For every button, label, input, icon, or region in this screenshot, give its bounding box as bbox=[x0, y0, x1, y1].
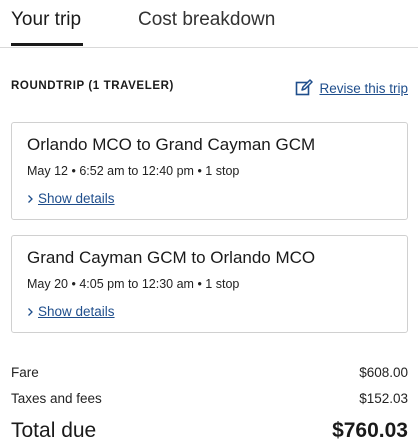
roundtrip-heading: ROUNDTRIP (1 TRAVELER) bbox=[11, 80, 174, 92]
total-value: $760.03 bbox=[332, 419, 408, 442]
show-details-link[interactable]: Show details bbox=[27, 191, 115, 206]
flight-route-title: Orlando MCO to Grand Cayman GCM bbox=[27, 135, 316, 154]
taxes-value: $152.03 bbox=[359, 391, 408, 406]
tab-bar: Your trip Cost breakdown bbox=[0, 0, 418, 48]
fare-value: $608.00 bbox=[359, 365, 408, 380]
revise-trip-label[interactable]: Revise this trip bbox=[319, 81, 408, 96]
taxes-label: Taxes and fees bbox=[11, 391, 102, 406]
total-label: Total due bbox=[11, 419, 97, 442]
flight-route-title: Grand Cayman GCM to Orlando MCO bbox=[27, 248, 316, 267]
flight-card-return: Grand Cayman GCM to Orlando MCO May 20 •… bbox=[11, 235, 408, 333]
tab-cost-breakdown[interactable]: Cost breakdown bbox=[138, 9, 275, 31]
revise-trip-link[interactable]: Revise this trip bbox=[295, 79, 408, 97]
show-details-label[interactable]: Show details bbox=[38, 191, 115, 206]
flight-schedule: May 12 • 6:52 am to 12:40 pm • 1 stop bbox=[27, 164, 240, 178]
flight-schedule: May 20 • 4:05 pm to 12:30 am • 1 stop bbox=[27, 277, 240, 291]
active-tab-indicator bbox=[11, 43, 83, 46]
chevron-right-icon bbox=[28, 307, 33, 316]
show-details-label[interactable]: Show details bbox=[38, 304, 115, 319]
chevron-right-icon bbox=[28, 194, 33, 203]
edit-icon bbox=[296, 79, 314, 96]
show-details-link[interactable]: Show details bbox=[27, 304, 115, 319]
tab-your-trip[interactable]: Your trip bbox=[11, 9, 81, 31]
fare-label: Fare bbox=[11, 365, 39, 380]
flight-card-outbound: Orlando MCO to Grand Cayman GCM May 12 •… bbox=[11, 122, 408, 220]
